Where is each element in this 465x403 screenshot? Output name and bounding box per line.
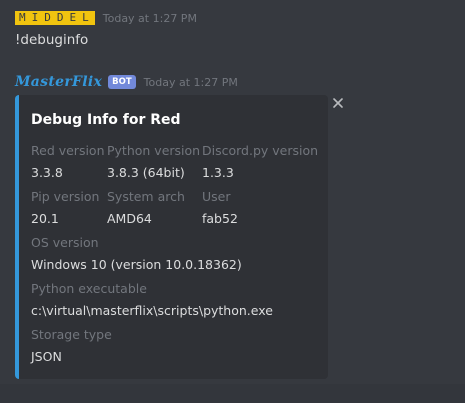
field-value: c:\virtual\masterflix\scripts\python.exe: [31, 303, 273, 318]
message-timestamp: Today at 1:27 PM: [102, 11, 197, 25]
bot-tag: BOT: [108, 75, 136, 89]
message-header: MIDDEL Today at 1:27 PM: [15, 9, 197, 27]
field-value: JSON: [31, 349, 62, 364]
field-name: User: [202, 189, 231, 204]
username[interactable]: MIDDEL: [15, 11, 95, 25]
field-value: 20.1: [31, 211, 59, 226]
embed-field-discordpy-version: Discord.py version 1.3.3: [202, 143, 318, 181]
embed-field-os-version: OS version Windows 10 (version 10.0.1836…: [31, 235, 242, 273]
embed-field-user: User fab52: [202, 189, 238, 227]
embed-title: Debug Info for Red: [31, 112, 181, 128]
field-value: fab52: [202, 211, 238, 226]
field-value: Windows 10 (version 10.0.18362): [31, 257, 242, 272]
message-user: MIDDEL Today at 1:27 PM !debuginfo: [15, 9, 197, 49]
field-name: System arch: [107, 189, 185, 204]
field-value: 3.3.8: [31, 165, 63, 180]
field-name: Storage type: [31, 327, 112, 342]
field-name: OS version: [31, 235, 99, 250]
message-content: !debuginfo: [15, 32, 89, 48]
bottom-divider: [0, 384, 465, 403]
close-icon[interactable]: [330, 95, 346, 111]
embed: Debug Info for Red Red version 3.3.8 Pyt…: [15, 95, 328, 379]
field-name: Python version: [107, 143, 201, 158]
embed-field-system-arch: System arch AMD64: [107, 189, 185, 227]
embed-field-red-version: Red version 3.3.8: [31, 143, 105, 181]
field-name: Red version: [31, 143, 105, 158]
field-value: AMD64: [107, 211, 152, 226]
message-bot: MasterFlix BOT Today at 1:27 PM: [15, 73, 238, 91]
embed-field-python-version: Python version 3.8.3 (64bit): [107, 143, 200, 181]
bot-username[interactable]: MasterFlix: [15, 74, 102, 90]
field-name: Pip version: [31, 189, 100, 204]
embed-field-pip-version: Pip version 20.1: [31, 189, 99, 227]
field-name: Python executable: [31, 281, 147, 296]
embed-field-storage-type: Storage type JSON: [31, 327, 112, 365]
field-name: Discord.py version: [202, 143, 319, 158]
field-value: 1.3.3: [202, 165, 234, 180]
message-header: MasterFlix BOT Today at 1:27 PM: [15, 73, 238, 91]
field-value: 3.8.3 (64bit): [107, 165, 185, 180]
embed-field-python-executable: Python executable c:\virtual\masterflix\…: [31, 281, 273, 319]
message-timestamp: Today at 1:27 PM: [143, 75, 238, 89]
